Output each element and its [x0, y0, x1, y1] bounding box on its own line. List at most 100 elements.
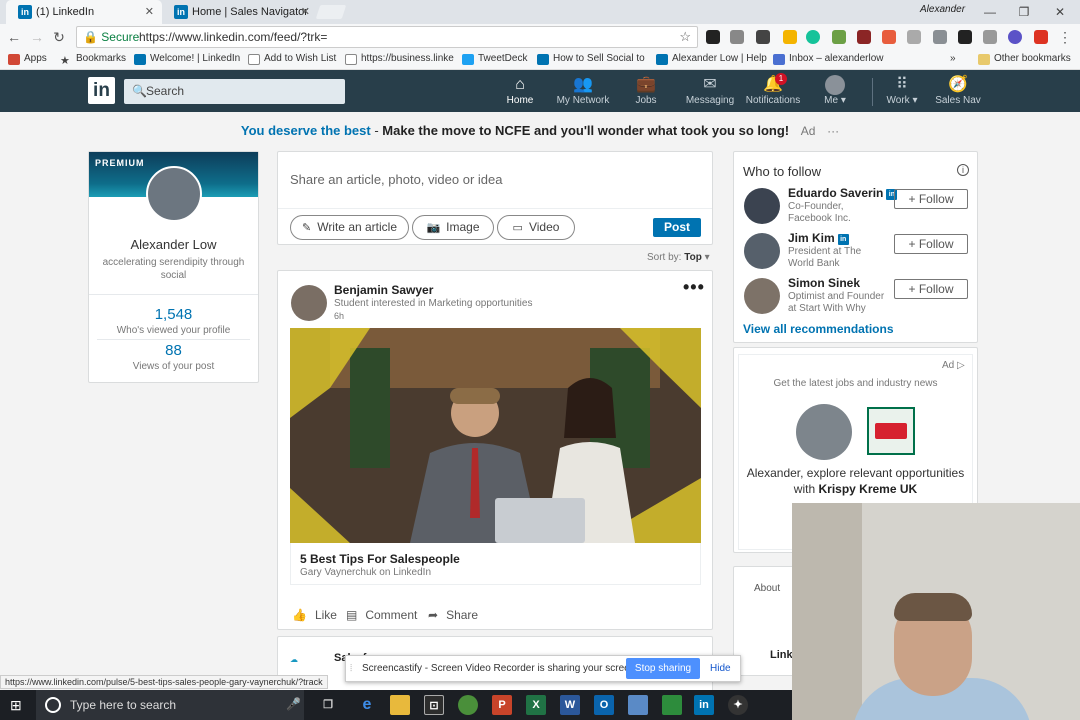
bookmark-wish-list[interactable]: Add to Wish List: [248, 50, 336, 70]
nav-messaging[interactable]: ✉ Messaging: [685, 75, 735, 109]
nav-home[interactable]: ⌂ Home: [500, 75, 540, 109]
extension-icon[interactable]: [783, 30, 797, 44]
outlook-icon[interactable]: O: [594, 695, 614, 715]
top-ad-banner[interactable]: You deserve the best - Make the move to …: [0, 120, 1080, 142]
green-app-icon[interactable]: [662, 695, 682, 715]
ad-more-icon[interactable]: ···: [827, 124, 839, 138]
nav-notifications[interactable]: 🔔 1 Notifications: [743, 73, 803, 109]
article-image[interactable]: [290, 328, 701, 543]
avatar[interactable]: [744, 278, 780, 314]
close-icon[interactable]: ✕: [145, 0, 154, 24]
file-explorer-icon[interactable]: [390, 695, 410, 715]
ad-label[interactable]: Ad ▷: [942, 360, 965, 371]
gamepad-icon[interactable]: ✦: [728, 695, 748, 715]
follow-button[interactable]: + Follow: [894, 189, 968, 209]
close-icon[interactable]: ✕: [301, 0, 310, 24]
bookmark-tweetdeck[interactable]: TweetDeck: [462, 50, 527, 70]
post-views-label[interactable]: Views of your post: [89, 361, 258, 372]
suggestion-name[interactable]: Eduardo Saverin in: [788, 186, 898, 200]
nav-work[interactable]: ⠿ Work ▾: [884, 75, 920, 109]
profile-views-count[interactable]: 1,548: [89, 306, 258, 323]
suggestion-name[interactable]: Jim Kim in: [788, 231, 849, 245]
bookmark-inbox[interactable]: Inbox – alexanderlow: [773, 50, 884, 70]
more-options-icon[interactable]: •••: [683, 277, 705, 298]
word-icon[interactable]: W: [560, 695, 580, 715]
excel-icon[interactable]: X: [526, 695, 546, 715]
extension-icon[interactable]: [832, 30, 846, 44]
drag-handle-icon[interactable]: ⦙: [350, 663, 352, 674]
search-input[interactable]: 🔍 Search: [124, 79, 345, 104]
browser-tab-sales-navigator[interactable]: in Home | Sales Navigator ✕: [162, 0, 318, 24]
microphone-icon[interactable]: 🎤: [286, 697, 301, 711]
extension-icon[interactable]: [958, 30, 972, 44]
powerpoint-icon[interactable]: P: [492, 695, 512, 715]
close-window-icon[interactable]: ✕: [1045, 2, 1075, 22]
follow-button[interactable]: + Follow: [894, 279, 968, 299]
linkedin-logo[interactable]: in: [88, 77, 115, 104]
store-icon[interactable]: ⊡: [424, 695, 444, 715]
back-icon[interactable]: ←: [5, 28, 23, 46]
video-button[interactable]: ▭ Video: [497, 215, 575, 240]
taskbar-search-box[interactable]: Type here to search 🎤: [36, 690, 304, 720]
reload-icon[interactable]: ↻: [50, 28, 68, 46]
bookmark-alexander-low[interactable]: Alexander Low | Help: [656, 50, 767, 70]
edge-icon[interactable]: e: [357, 695, 377, 715]
task-view-icon[interactable]: ❐: [318, 695, 338, 715]
comment-button[interactable]: ▤ Comment: [346, 608, 417, 622]
extension-icon[interactable]: [1008, 30, 1022, 44]
extension-icon[interactable]: [1034, 30, 1048, 44]
image-button[interactable]: 📷 Image: [412, 215, 494, 240]
profile-views-label[interactable]: Who's viewed your profile: [89, 325, 258, 336]
follow-button[interactable]: + Follow: [894, 234, 968, 254]
extension-icon[interactable]: [857, 30, 871, 44]
new-tab-button[interactable]: [315, 5, 347, 19]
stop-sharing-button[interactable]: Stop sharing: [626, 658, 700, 679]
bookmark-welcome-linkedin[interactable]: Welcome! | LinkedIn: [134, 50, 240, 70]
krispy-kreme-logo[interactable]: [867, 407, 915, 455]
avatar[interactable]: [291, 285, 327, 321]
bookmark-how-to-sell[interactable]: How to Sell Social to: [537, 50, 645, 70]
suggestion-name[interactable]: Simon Sinek: [788, 276, 860, 290]
menu-kebab-icon[interactable]: ⋮: [1056, 28, 1074, 46]
minimize-icon[interactable]: —: [975, 2, 1005, 22]
bookmark-other[interactable]: Other bookmarks: [978, 50, 1071, 70]
post-author[interactable]: Benjamin Sawyer: [334, 283, 433, 297]
extension-icon[interactable]: [882, 30, 896, 44]
info-icon[interactable]: i: [957, 164, 969, 176]
forward-icon[interactable]: →: [28, 28, 46, 46]
nav-my-network[interactable]: 👥 My Network: [555, 75, 611, 109]
browser-tab-linkedin[interactable]: in (1) LinkedIn ✕: [6, 0, 162, 24]
windows-start-icon[interactable]: ⊞: [10, 697, 26, 713]
bookmark-apps[interactable]: Apps: [8, 50, 47, 70]
chrome-icon[interactable]: [458, 695, 478, 715]
share-input[interactable]: Share an article, photo, video or idea: [290, 172, 502, 187]
avatar[interactable]: [744, 233, 780, 269]
article-title[interactable]: 5 Best Tips For Salespeople: [300, 552, 460, 566]
linkedin-icon[interactable]: in: [694, 695, 714, 715]
omnibox[interactable]: 🔒 Secure https://www.linkedin.com/feed/?…: [76, 26, 698, 48]
hide-button[interactable]: Hide: [710, 663, 731, 674]
restore-icon[interactable]: ❐: [1009, 2, 1039, 22]
about-link[interactable]: About: [754, 583, 780, 594]
view-all-recommendations-link[interactable]: View all recommendations: [743, 322, 894, 336]
write-article-button[interactable]: ✎ Write an article: [290, 215, 409, 240]
avatar[interactable]: [744, 188, 780, 224]
photos-icon[interactable]: [628, 695, 648, 715]
extension-icon[interactable]: [706, 30, 720, 44]
bookmarks-overflow-chevron[interactable]: »: [950, 50, 956, 70]
extension-icon[interactable]: [730, 30, 744, 44]
extension-icon[interactable]: [983, 30, 997, 44]
profile-avatar[interactable]: [146, 166, 202, 222]
profile-name[interactable]: Alexander Low: [89, 237, 258, 252]
bookmark-star-icon[interactable]: ☆: [679, 27, 691, 47]
extension-icon[interactable]: [907, 30, 921, 44]
bookmark-bookmarks[interactable]: ★ Bookmarks: [60, 50, 126, 70]
nav-jobs[interactable]: 💼 Jobs: [628, 75, 664, 109]
extension-icon[interactable]: [806, 30, 820, 44]
nav-me[interactable]: Me ▾: [820, 75, 850, 109]
ad-message[interactable]: Alexander, explore relevant opportunitie…: [742, 465, 969, 497]
post-button[interactable]: Post: [653, 218, 701, 237]
like-button[interactable]: 👍 Like: [292, 608, 337, 622]
share-button[interactable]: ➦ Share: [428, 608, 478, 622]
nav-sales-nav[interactable]: 🧭 Sales Nav: [934, 75, 982, 109]
